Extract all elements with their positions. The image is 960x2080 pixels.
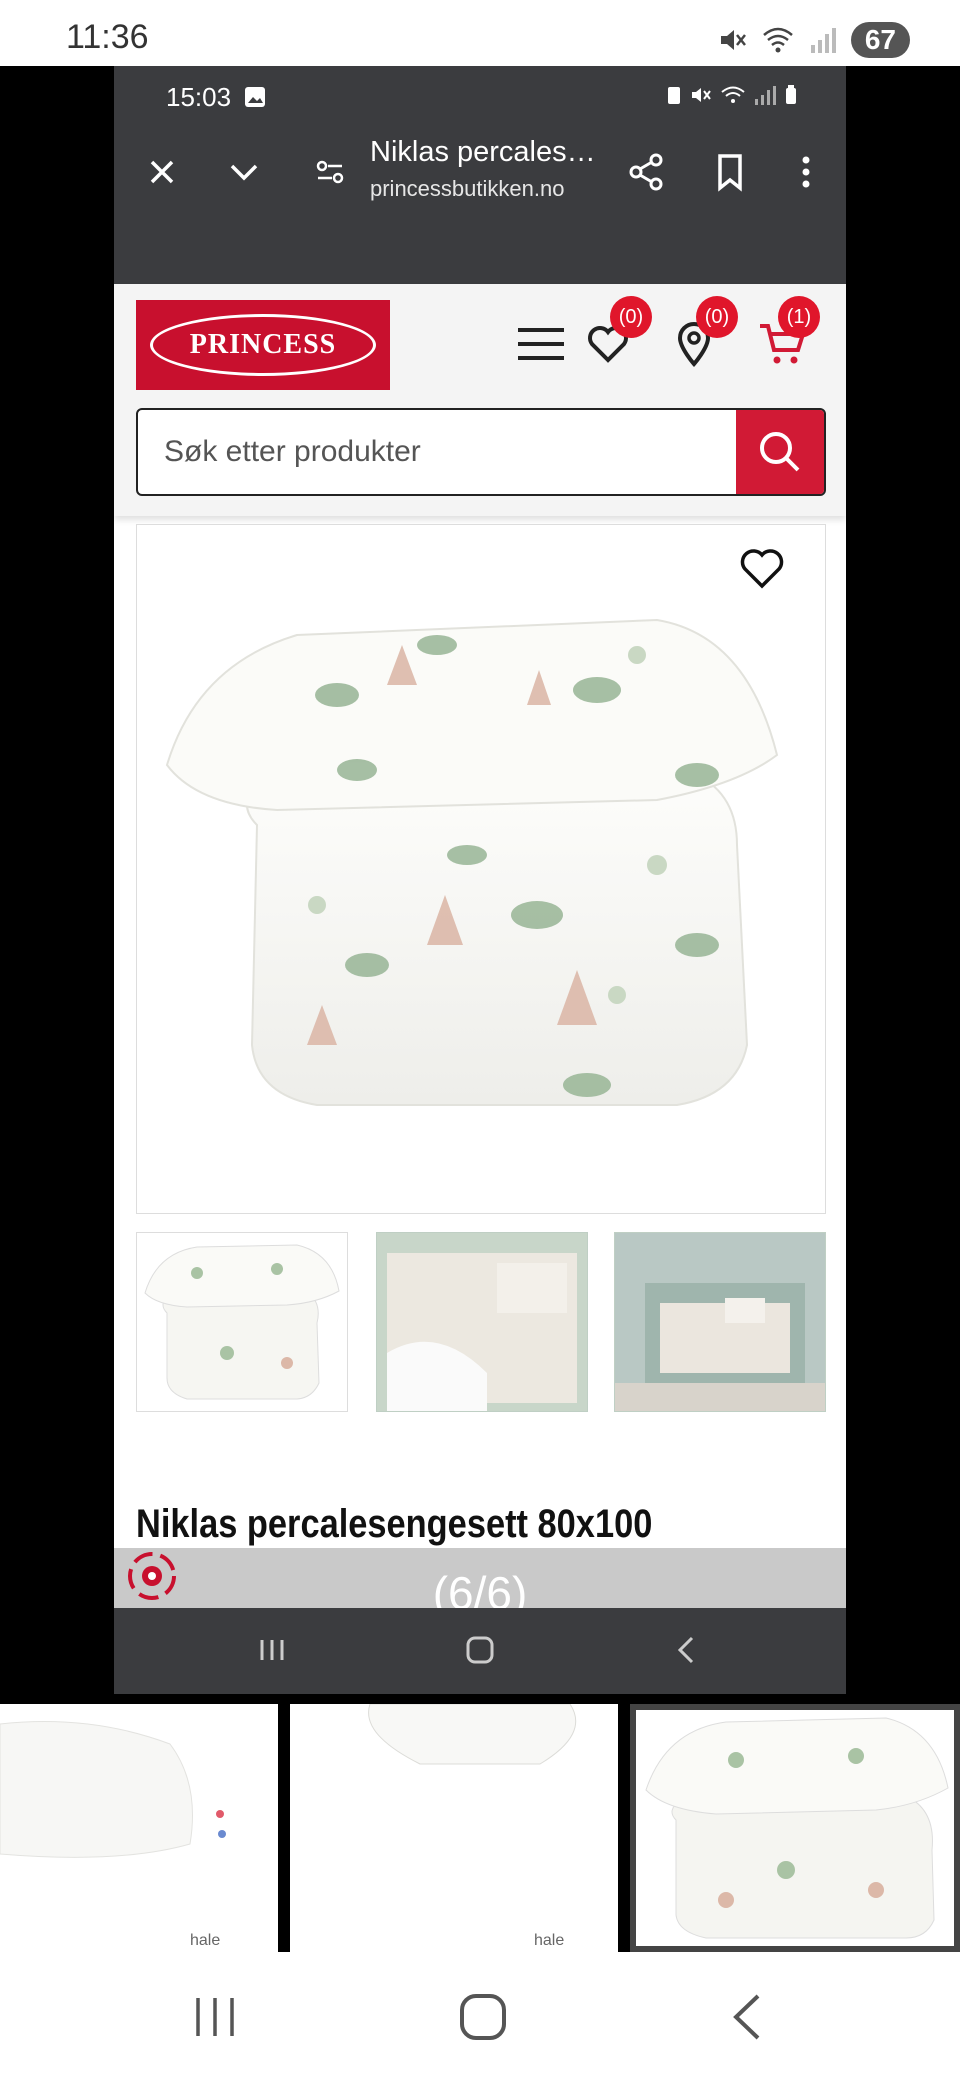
pillow-image — [0, 1721, 226, 1858]
bedding-thumbnail-image — [645, 1717, 949, 1939]
thumbnail-image — [615, 1233, 825, 1411]
outer-clock: 11:36 — [66, 18, 149, 56]
battery-saver-icon — [668, 87, 680, 104]
site-header: PRINCESS (0) (0) (1) — [114, 284, 846, 516]
recent-apps-icon — [260, 1640, 284, 1660]
product-thumbnail-3[interactable] — [614, 1232, 826, 1412]
product-main-image[interactable] — [136, 524, 826, 1214]
product-thumbnail-1[interactable] — [136, 1232, 348, 1412]
share-icon[interactable] — [626, 152, 666, 192]
page-title[interactable]: Niklas percalesengesett 80x100 — [370, 136, 610, 169]
gallery-thumbnail-2[interactable]: hale — [290, 1703, 618, 1952]
mute-icon — [692, 88, 711, 102]
gallery-label: hale — [190, 1932, 221, 1949]
site-settings-icon[interactable] — [310, 152, 350, 192]
favorite-heart-icon[interactable] — [738, 544, 786, 592]
hamburger-menu-icon[interactable] — [518, 326, 566, 362]
inner-status-bar: 15:03 — [114, 66, 846, 126]
battery-icon — [786, 85, 796, 104]
thumbnail-image — [144, 1244, 340, 1400]
signal-icon — [755, 86, 776, 105]
bedding-illustration — [165, 618, 779, 1106]
princess-logo[interactable]: PRINCESS — [136, 300, 390, 390]
gallery-thumbnail-1[interactable]: hale — [0, 1704, 278, 1952]
cart-count-badge: (1) — [778, 296, 820, 338]
outer-status-bar: 11:36 67 — [0, 0, 960, 66]
thumbnail-image — [377, 1233, 587, 1411]
chevron-down-icon[interactable] — [224, 152, 264, 192]
product-title: Niklas percalesengesett 80x100 — [136, 1502, 653, 1546]
search-bar — [136, 408, 826, 496]
wifi-icon — [721, 86, 745, 103]
search-icon — [760, 432, 800, 472]
wishlist-count-badge: (0) — [610, 296, 652, 338]
gallery-notification-icon — [245, 87, 265, 107]
stores-count-badge: (0) — [696, 296, 738, 338]
bookmark-icon[interactable] — [710, 152, 750, 192]
more-options-icon[interactable] — [786, 152, 826, 192]
back-icon — [677, 1636, 694, 1664]
outer-status-icons: 67 — [717, 22, 910, 58]
home-icon — [466, 1636, 494, 1664]
gallery-thumbnail-3-selected[interactable] — [630, 1704, 960, 1952]
battery-indicator: 67 — [850, 22, 910, 58]
mute-icon — [720, 30, 746, 50]
search-button[interactable] — [736, 410, 824, 494]
inner-clock: 15:03 — [166, 82, 232, 112]
page-domain[interactable]: princessbutikken.no — [370, 176, 564, 202]
signal-icon — [810, 28, 836, 53]
product-thumbnail-2[interactable] — [376, 1232, 588, 1412]
home-icon[interactable] — [456, 1990, 510, 2044]
logo-ellipse: PRINCESS — [150, 314, 376, 376]
duvet-image — [368, 1703, 577, 1765]
screenshot-preview: 15:03 Niklas percalesengesett 80x100 pri… — [114, 66, 846, 1694]
gallery-label: hale — [534, 1932, 565, 1949]
close-icon[interactable] — [142, 152, 182, 192]
back-icon[interactable] — [722, 1990, 776, 2044]
inner-status-icons — [666, 84, 798, 106]
search-input[interactable] — [138, 410, 738, 494]
recent-apps-icon[interactable] — [188, 1990, 242, 2044]
wifi-icon — [763, 27, 793, 53]
